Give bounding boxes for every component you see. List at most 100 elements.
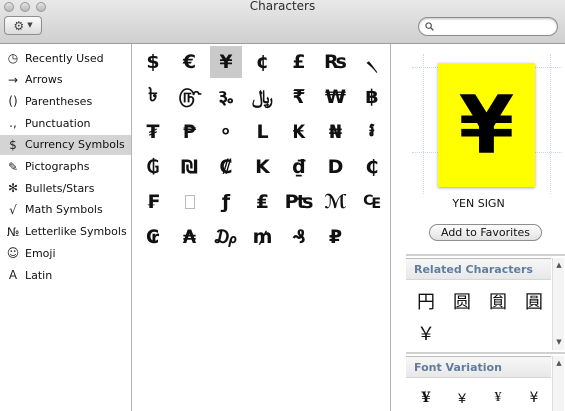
related-character[interactable]: 圆 [446,286,478,316]
action-menu-button[interactable]: ⚙ ▼ [4,16,42,35]
character-cell[interactable]: ₹ [283,81,315,113]
font-variation-glyph[interactable]: ¥ [446,385,478,411]
category-item-parentheses[interactable]: () Parentheses [0,91,131,111]
window-title: Characters [249,0,316,13]
font-variation-glyph[interactable]: ¥ [482,385,514,411]
category-label: Parentheses [25,94,93,108]
guide-line [550,54,551,194]
numero-icon: № [6,224,20,239]
clock-icon: ◷ [7,51,19,65]
divider [406,352,565,354]
character-cell[interactable]: ₰ [283,221,315,253]
font-variation-glyph[interactable]: ¥ [518,385,550,411]
character-cell[interactable]: ¥ [210,46,242,78]
category-label: Recently Used [25,51,104,65]
character-cell[interactable]: ℳ [320,186,352,218]
search-icon [425,22,434,31]
character-cell[interactable]: ₫ [283,151,315,183]
category-item-emoji[interactable]: ☺ Emoji [0,243,131,263]
character-cell[interactable]: ₯ [210,221,242,253]
category-item-pictographs[interactable]: ✎ Pictographs [0,157,131,177]
character-cell[interactable]: ₮ [137,116,169,148]
gear-icon: ⚙ [13,18,25,33]
search-field[interactable] [418,17,558,36]
character-cell[interactable]: ₽ [320,221,352,253]
character-cell[interactable]: ৳ [137,81,169,113]
related-character[interactable]: 円 [410,286,442,316]
font-variation-glyph[interactable]: ¥ [410,385,442,411]
character-cell[interactable]: L [247,116,279,148]
category-item-math-symbols[interactable]: √ Math Symbols [0,200,131,220]
parentheses-icon: () [8,94,18,109]
character-cell[interactable]: ₵ [356,151,388,183]
character-cell[interactable]: ƒ [210,186,242,218]
category-item-bullets-stars[interactable]: ✻ Bullets/Stars [0,178,131,198]
character-cell[interactable]: ₱ [174,116,206,148]
search-input[interactable] [439,19,551,34]
category-label: Arrows [25,73,63,87]
character-cell[interactable]: ₩ [320,81,352,113]
category-item-arrows[interactable]: → Arrows [0,70,131,90]
asterisk-icon: ✻ [7,181,19,196]
character-cell[interactable]: ₤ [247,186,279,218]
chevron-down-icon: ▼ [27,21,33,29]
divider [406,254,565,256]
character-cell[interactable]: ૱ [210,81,242,113]
character-cell[interactable]: ﷼ [247,81,279,113]
title-bar: Characters ⚙ ▼ [0,0,565,44]
character-cell[interactable]: $ [137,46,169,78]
character-cell[interactable]: ₠ [356,186,388,218]
category-item-latin[interactable]: A Latin [0,265,131,285]
font-variation-header[interactable]: Font Variation [406,356,551,378]
character-cell[interactable]: ௹ [174,81,206,113]
character-cell[interactable]: ฿ [356,81,388,113]
scroll-up-icon[interactable]: ▲ [555,359,563,367]
category-item-letterlike-symbols[interactable]: № Letterlike Symbols [0,222,131,242]
character-cell[interactable]: ₢ [137,221,169,253]
related-character[interactable]: 圓 [518,286,550,316]
category-sidebar: ◷ Recently Used → Arrows () Parentheses ., Punc… [0,44,132,411]
missing-glyph-icon [184,195,195,209]
scroll-up-icon[interactable]: ▲ [555,261,563,269]
dollar-icon: $ [9,137,17,152]
related-character[interactable]: ￥ [410,318,442,348]
character-cell[interactable]: € [174,46,206,78]
category-label: Emoji [25,246,56,260]
category-label: Latin [25,268,53,282]
category-item-currency-symbols[interactable]: $ Currency Symbols [0,134,131,155]
category-item-punctuation[interactable]: ., Punctuation [0,113,131,133]
character-cell[interactable]: D [320,151,352,183]
character-cell[interactable]: ₭ [283,116,315,148]
related-characters-header[interactable]: Related Characters [406,258,551,280]
glyph-preview: ¥ [458,78,515,172]
character-cell[interactable]: ₦ [320,116,352,148]
font-variation-scrollbar[interactable]: ▲ [552,356,564,411]
character-cell[interactable]: ₡ [210,151,242,183]
character-cell[interactable]: ₧ [283,186,315,218]
character-cell[interactable]: K [247,151,279,183]
character-cell[interactable]: ৹ [210,116,242,148]
category-label: Punctuation [25,116,91,130]
character-cell[interactable]: ₥ [247,221,279,253]
character-cell[interactable]: ₳ [174,221,206,253]
guide-line [423,54,424,194]
character-cell[interactable]: ₪ [174,151,206,183]
character-cell[interactable]: £ [283,46,315,78]
character-cell[interactable]: ¢ [247,46,279,78]
character-cell[interactable]: ₲ [137,151,169,183]
character-cell[interactable]: ₣ [137,186,169,218]
character-cell[interactable]: ₨ [320,46,352,78]
related-character[interactable]: 圎 [482,286,514,316]
category-item-recently-used[interactable]: ◷ Recently Used [0,48,131,68]
character-info-pane: ¥ YEN SIGN Add to Favorites Related Char… [392,44,565,411]
add-to-favorites-button[interactable]: Add to Favorites [429,224,542,241]
character-cell[interactable]: ៛ [356,116,388,148]
arrow-icon: → [7,72,19,87]
category-label: Math Symbols [25,203,103,217]
smiley-icon: ☺ [6,246,20,261]
related-scrollbar[interactable]: ▲ ▼ [552,258,564,350]
character-cell[interactable] [174,186,206,218]
square-root-icon: √ [9,202,17,217]
character-cell[interactable]: ৲ [356,46,388,78]
scroll-down-icon[interactable]: ▼ [555,338,563,346]
